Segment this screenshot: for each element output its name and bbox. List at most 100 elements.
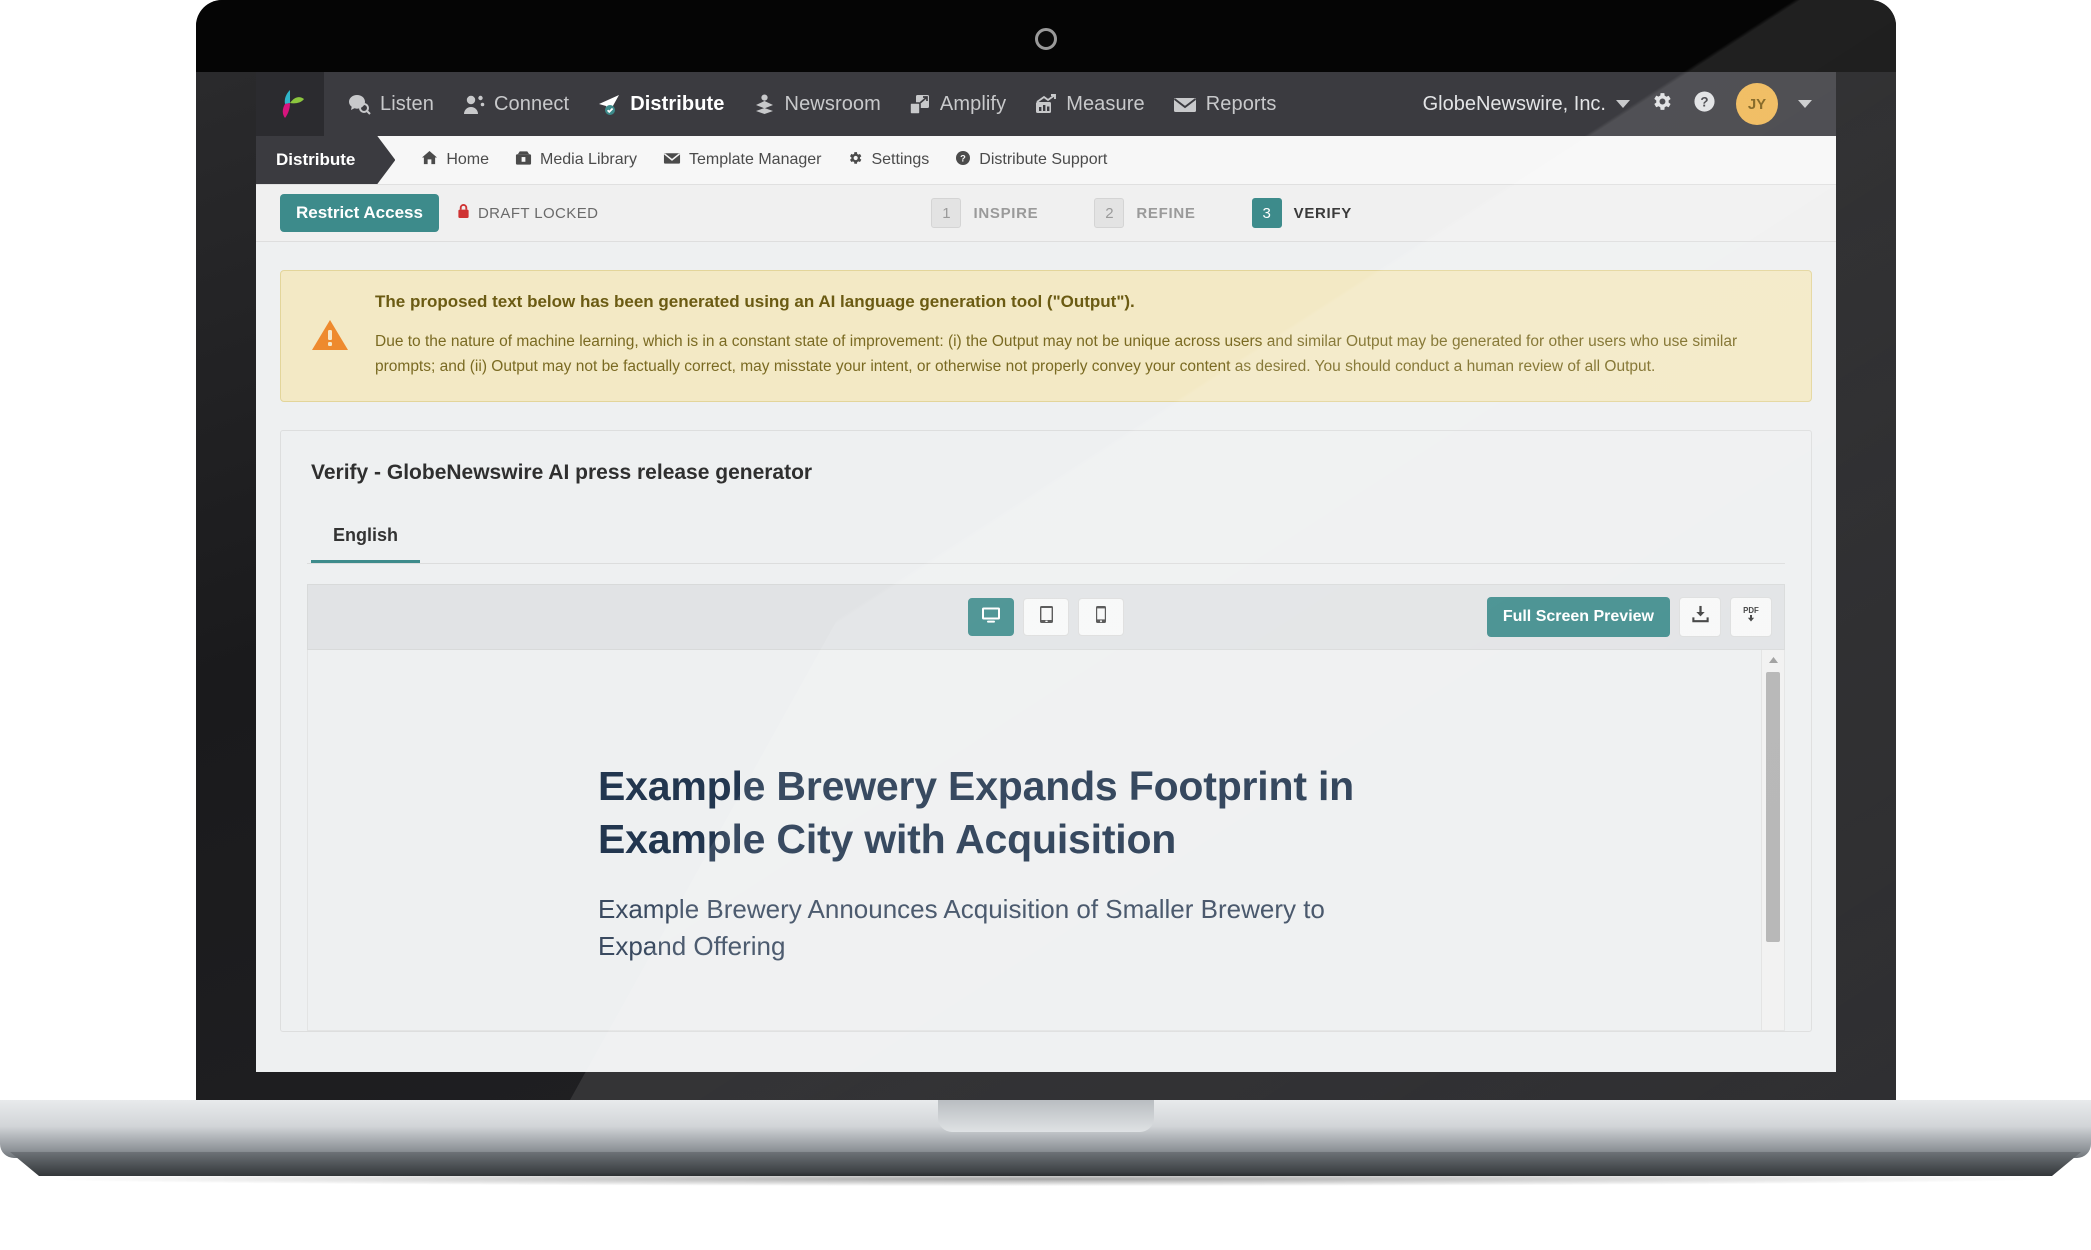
step-indicators: 1 INSPIRE 2 REFINE 3 VERIFY (931, 198, 1812, 228)
device-tablet-button[interactable] (1023, 598, 1069, 637)
nav-item-amplify[interactable]: Amplify (909, 93, 1006, 116)
chevron-down-icon (1616, 100, 1630, 108)
ai-disclaimer-text: Due to the nature of machine learning, w… (375, 333, 1738, 376)
device-desktop-button[interactable] (968, 598, 1014, 637)
workflow-step-bar: Restrict Access DRAFT LOCKED 1 INSPIRE 2… (256, 185, 1836, 242)
draft-locked-label: DRAFT LOCKED (477, 204, 599, 222)
ai-disclaimer-title: The proposed text below has been generat… (375, 292, 1135, 311)
preview-scrollbar[interactable] (1761, 650, 1784, 1031)
top-navbar: Listen Connect Distribute Newsroom Ampli… (256, 72, 1836, 136)
svg-text:?: ? (960, 153, 966, 163)
nav-item-listen[interactable]: Listen (348, 93, 434, 116)
nav-label-distribute: Distribute (630, 92, 725, 115)
org-switcher[interactable]: GlobeNewswire, Inc. (1423, 93, 1630, 116)
device-mobile-button[interactable] (1078, 598, 1124, 637)
press-release-subheadline: Example Brewery Announces Acquisition of… (598, 894, 1325, 961)
step-verify[interactable]: 3 VERIFY (1251, 198, 1352, 228)
step-number: 3 (1251, 198, 1282, 228)
subnav-item-template-manager[interactable]: Template Manager (663, 151, 822, 170)
avatar[interactable]: JY (1736, 83, 1778, 125)
language-tabs: English (307, 515, 1785, 565)
measure-chart-icon (1034, 93, 1057, 115)
distribute-paperplane-icon (597, 94, 621, 115)
nav-label-listen: Listen (380, 92, 434, 115)
gear-icon (847, 150, 863, 171)
press-release-body: Example Brewery Expands Footprint in Exa… (308, 650, 1784, 964)
preview-toolbar: Full Screen Preview PDF (307, 584, 1785, 651)
svg-text:?: ? (1700, 94, 1708, 109)
ai-disclaimer-body: The proposed text below has been generat… (375, 291, 1785, 379)
listen-search-icon (348, 94, 371, 115)
question-circle-icon: ? (955, 150, 971, 171)
globenewswire-logo-icon[interactable] (256, 72, 324, 136)
nav-label-reports: Reports (1205, 92, 1277, 115)
download-icon (1691, 605, 1710, 629)
step-refine[interactable]: 2 REFINE (1094, 198, 1195, 228)
nav-item-measure[interactable]: Measure (1034, 93, 1145, 116)
warning-triangle-icon (307, 291, 353, 379)
webcam-icon (1035, 28, 1057, 50)
nav-item-reports[interactable]: Reports (1173, 93, 1277, 116)
step-number: 1 (931, 198, 962, 228)
subnav-item-settings[interactable]: Settings (847, 150, 929, 171)
nav-item-distribute[interactable]: Distribute (597, 93, 724, 116)
pdf-download-button[interactable]: PDF (1730, 597, 1772, 638)
avatar-initials: JY (1747, 95, 1767, 113)
verify-card: Verify - GlobeNewswire AI press release … (280, 430, 1812, 1033)
newsroom-layers-icon (753, 94, 776, 115)
step-number: 2 (1094, 198, 1125, 228)
subnav-label-home: Home (446, 151, 490, 168)
section-subnav: Distribute Home Media Library Template M… (256, 136, 1836, 185)
top-nav-right: GlobeNewswire, Inc. ? JY (1423, 83, 1836, 125)
gear-icon[interactable] (1650, 90, 1673, 118)
screen-viewport: Listen Connect Distribute Newsroom Ampli… (256, 72, 1836, 1072)
subnav-item-media-library[interactable]: Media Library (515, 150, 637, 171)
step-inspire[interactable]: 1 INSPIRE (931, 198, 1038, 228)
laptop-bezel-top (196, 0, 1896, 72)
laptop-shadow (60, 1172, 2031, 1186)
reports-envelope-icon (1173, 95, 1197, 114)
page-content: The proposed text below has been generat… (256, 242, 1836, 1033)
ai-disclaimer-banner: The proposed text below has been generat… (280, 270, 1812, 403)
nav-label-measure: Measure (1066, 92, 1145, 115)
subnav-links: Home Media Library Template Manager Sett… (395, 136, 1107, 184)
top-nav-items: Listen Connect Distribute Newsroom Ampli… (324, 93, 1276, 116)
scrollbar-thumb[interactable] (1766, 672, 1780, 943)
subnav-label-distribute-support: Distribute Support (979, 151, 1108, 168)
svg-text:PDF: PDF (1743, 606, 1759, 615)
lock-icon (457, 203, 470, 223)
caret-down-icon[interactable] (1798, 100, 1812, 108)
press-release-preview: Example Brewery Expands Footprint in Exa… (307, 650, 1785, 1032)
nav-item-connect[interactable]: Connect (462, 93, 569, 116)
desktop-monitor-icon (981, 606, 1001, 629)
full-screen-preview-button[interactable]: Full Screen Preview (1486, 597, 1670, 638)
subnav-label-template-manager: Template Manager (688, 151, 822, 168)
step-label: VERIFY (1293, 204, 1352, 222)
device-toggle-group (968, 598, 1124, 637)
subnav-item-home[interactable]: Home (421, 150, 489, 170)
nav-label-amplify: Amplify (939, 92, 1007, 115)
mobile-phone-icon (1095, 605, 1107, 629)
question-circle-icon[interactable]: ? (1693, 90, 1716, 118)
subnav-label-settings: Settings (871, 151, 930, 168)
scroll-up-arrow-icon[interactable] (1762, 650, 1784, 670)
press-release-headline: Example Brewery Expands Footprint in Exa… (598, 763, 1355, 862)
subnav-item-distribute-support[interactable]: ? Distribute Support (955, 150, 1107, 171)
page-title: Verify - GlobeNewswire AI press release … (311, 461, 813, 485)
tablet-icon (1039, 605, 1054, 629)
restrict-access-button[interactable]: Restrict Access (280, 194, 439, 232)
preview-actions: Full Screen Preview PDF (1486, 597, 1772, 638)
subnav-label-media-library: Media Library (540, 151, 637, 168)
media-library-icon (515, 150, 532, 171)
connect-people-icon (462, 94, 485, 115)
laptop-mockup-stage: Listen Connect Distribute Newsroom Ampli… (0, 0, 2091, 1250)
org-name-label: GlobeNewswire, Inc. (1422, 92, 1606, 115)
download-button[interactable] (1679, 597, 1721, 638)
tab-english[interactable]: English (311, 515, 421, 564)
step-label: REFINE (1136, 204, 1196, 222)
laptop-base-notch (937, 1100, 1154, 1132)
nav-label-newsroom: Newsroom (784, 92, 881, 115)
draft-locked-status: DRAFT LOCKED (457, 203, 598, 223)
nav-item-newsroom[interactable]: Newsroom (753, 93, 881, 116)
home-icon (421, 150, 438, 170)
